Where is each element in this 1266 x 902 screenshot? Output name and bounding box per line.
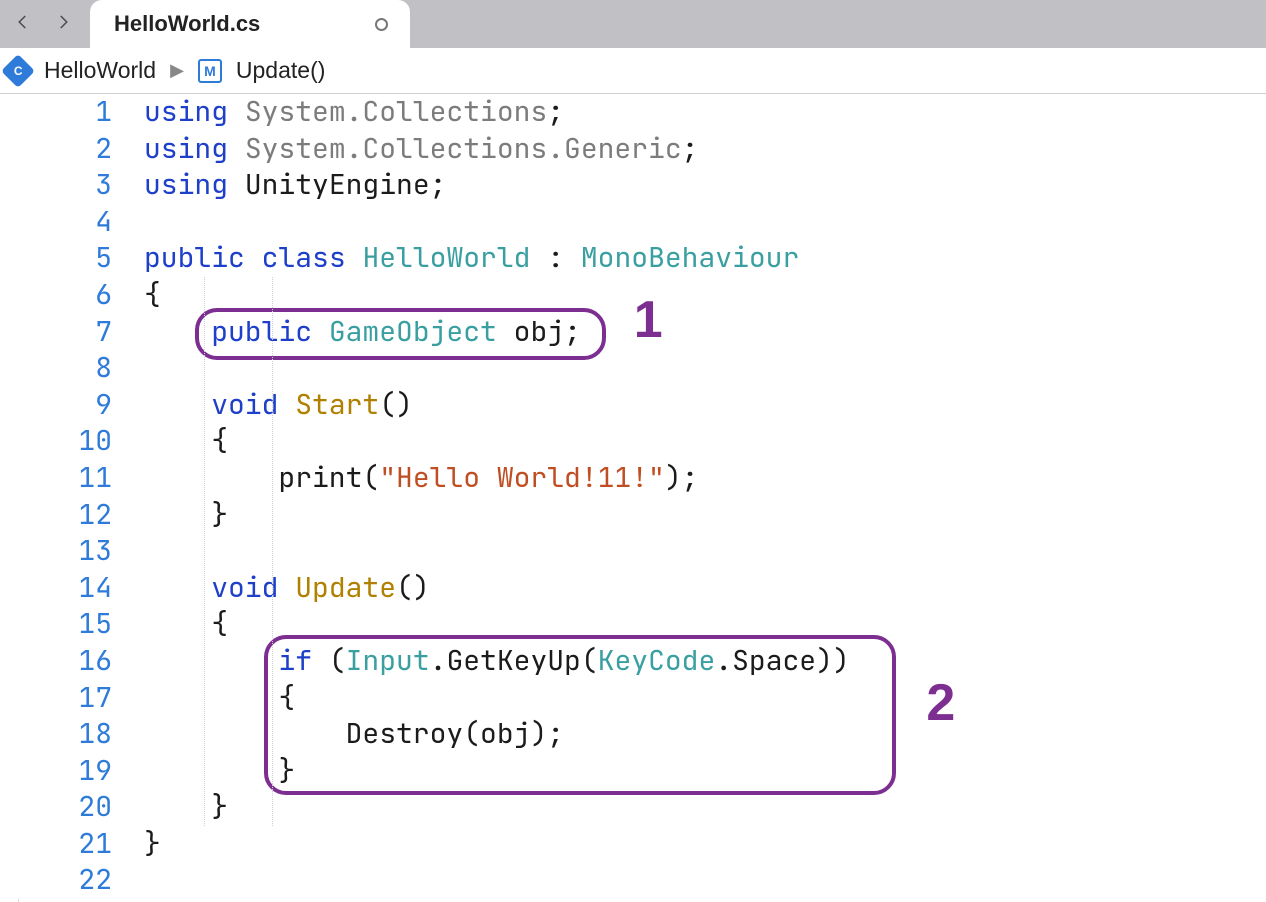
class-icon: C: [1, 54, 35, 88]
line-number: 9: [0, 387, 112, 424]
line-number: 15: [0, 606, 112, 643]
code-line[interactable]: using UnityEngine;: [144, 167, 1266, 204]
line-number: 8: [0, 350, 112, 387]
file-tab[interactable]: HelloWorld.cs: [90, 0, 410, 48]
line-number: 22: [0, 862, 112, 899]
line-number: 7: [0, 314, 112, 351]
code-line[interactable]: public class HelloWorld : MonoBehaviour: [144, 240, 1266, 277]
code-line[interactable]: {: [144, 606, 1266, 643]
code-line[interactable]: Destroy(obj);: [144, 716, 1266, 753]
line-number: 4: [0, 204, 112, 241]
breadcrumb: C HelloWorld ▶ M Update(): [0, 48, 1266, 94]
line-number: 6: [0, 277, 112, 314]
line-number: 17: [0, 680, 112, 717]
code-line[interactable]: [144, 862, 1266, 899]
line-number: 19: [0, 753, 112, 790]
code-editor[interactable]: 12345678910111213141516171819202122 1 2 …: [0, 94, 1266, 899]
breadcrumb-method[interactable]: Update(): [236, 57, 325, 84]
code-line[interactable]: public GameObject obj;: [144, 314, 1266, 351]
code-line[interactable]: if (Input.GetKeyUp(KeyCode.Space)): [144, 643, 1266, 680]
code-line[interactable]: {: [144, 680, 1266, 717]
unsaved-indicator-icon: [375, 18, 388, 31]
code-line[interactable]: {: [144, 423, 1266, 460]
line-number: 12: [0, 497, 112, 534]
code-line[interactable]: }: [144, 789, 1266, 826]
line-number: 18: [0, 716, 112, 753]
breadcrumb-class[interactable]: HelloWorld: [44, 57, 156, 84]
tab-nav: [0, 13, 90, 48]
code-line[interactable]: print("Hello World!11!");: [144, 460, 1266, 497]
code-line[interactable]: [144, 204, 1266, 241]
line-number-gutter: 12345678910111213141516171819202122: [0, 94, 130, 899]
code-line[interactable]: [144, 350, 1266, 387]
line-number: 16: [0, 643, 112, 680]
nav-forward-icon[interactable]: [54, 13, 72, 36]
code-line[interactable]: [144, 533, 1266, 570]
code-area[interactable]: 1 2 using System.Collections;using Syste…: [130, 94, 1266, 899]
code-line[interactable]: void Start(): [144, 387, 1266, 424]
line-number: 5: [0, 240, 112, 277]
code-line[interactable]: using System.Collections;: [144, 94, 1266, 131]
line-number: 1: [0, 94, 112, 131]
line-number: 2: [0, 131, 112, 168]
line-number: 11: [0, 460, 112, 497]
method-icon: M: [198, 59, 222, 83]
line-number: 21: [0, 826, 112, 863]
tab-title: HelloWorld.cs: [114, 11, 260, 37]
chevron-right-icon: ▶: [170, 60, 184, 81]
tab-strip: HelloWorld.cs: [0, 0, 1266, 48]
code-line[interactable]: }: [144, 497, 1266, 534]
line-number: 10: [0, 423, 112, 460]
code-line[interactable]: void Update(): [144, 570, 1266, 607]
line-number: 3: [0, 167, 112, 204]
line-number: 20: [0, 789, 112, 826]
code-line[interactable]: using System.Collections.Generic;: [144, 131, 1266, 168]
line-number: 13: [0, 533, 112, 570]
code-line[interactable]: }: [144, 753, 1266, 790]
line-number: 14: [0, 570, 112, 607]
nav-back-icon[interactable]: [14, 13, 32, 36]
code-line[interactable]: {: [144, 277, 1266, 314]
code-line[interactable]: }: [144, 826, 1266, 863]
